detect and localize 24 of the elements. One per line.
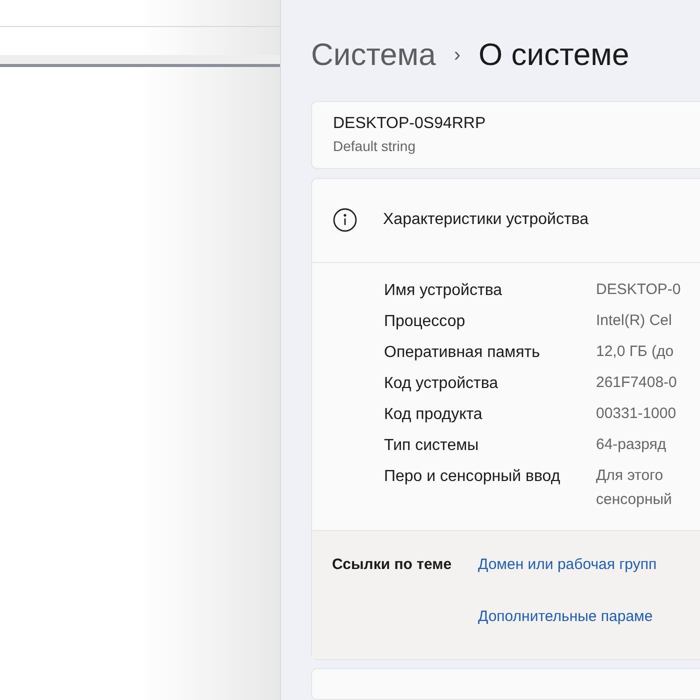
spec-label: Код продукта bbox=[384, 404, 484, 425]
spec-value: Intel(R) Cel bbox=[596, 310, 672, 331]
spec-value: 00331-1000 bbox=[596, 404, 676, 424]
spec-label: Тип системы bbox=[384, 436, 480, 456]
spec-label: Оперативная память bbox=[384, 342, 541, 363]
related-link[interactable]: Домен или рабочая групп bbox=[478, 552, 657, 577]
info-icon bbox=[333, 208, 357, 232]
breadcrumb-separator: › bbox=[454, 43, 461, 68]
spec-value: 12,0 ГБ (до bbox=[596, 342, 674, 362]
device-name: DESKTOP-0S94RRP bbox=[333, 114, 487, 134]
spec-value: Для этого сенсорный bbox=[596, 466, 672, 510]
spec-value: DESKTOP-0 bbox=[596, 280, 681, 300]
device-subtitle: Default string bbox=[333, 137, 416, 156]
breadcrumb-link[interactable]: Система bbox=[311, 35, 436, 76]
spec-label: Имя устройства bbox=[384, 280, 504, 301]
section-title: Характеристики устройства bbox=[383, 210, 589, 230]
spec-value: 261F7408-0 bbox=[596, 372, 677, 393]
spec-label: Процессор bbox=[384, 312, 466, 332]
related-title: Ссылки по теме bbox=[332, 554, 453, 575]
related-link[interactable]: Дополнительные параме bbox=[478, 604, 657, 629]
spec-value: 64-разряд bbox=[596, 434, 666, 455]
spec-label: Код устройства bbox=[384, 374, 500, 394]
page-title: О системе bbox=[478, 36, 630, 74]
spec-label: Перо и сенсорный ввод bbox=[384, 466, 562, 487]
